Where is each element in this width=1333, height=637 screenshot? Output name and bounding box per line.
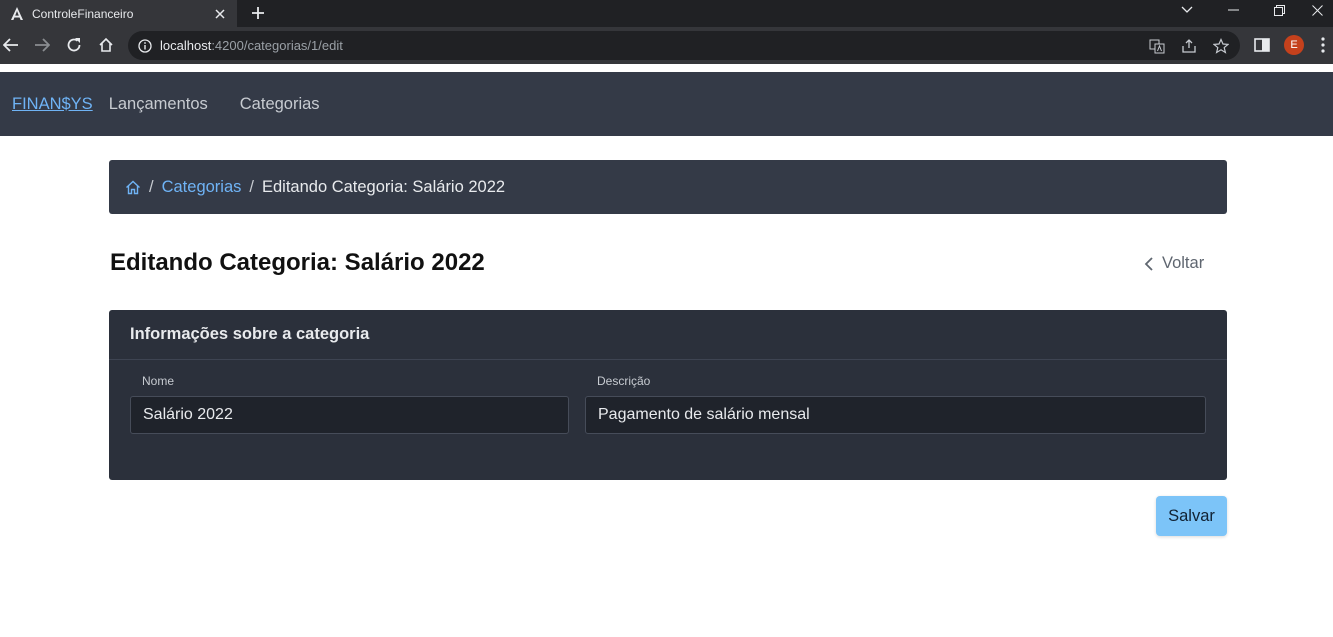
descricao-input[interactable] [585,396,1206,434]
page-top-gap [0,64,1333,72]
breadcrumb-home-icon[interactable] [125,180,141,195]
minimize-icon[interactable] [1210,0,1256,20]
bookmark-star-icon[interactable] [1212,37,1230,55]
brand-link[interactable]: FINAN$YS [12,95,93,114]
browser-toolbar: localhost:4200/categorias/1/edit E [0,27,1333,64]
descricao-label: Descrição [597,374,651,388]
back-arrow-icon[interactable] [0,34,22,56]
app-navbar: FINAN$YS Lançamentos Categorias [0,72,1333,136]
tab-title: ControleFinanceiro [32,6,134,21]
window-close-icon[interactable] [1302,0,1333,20]
angular-logo-icon [10,7,24,21]
save-button[interactable]: Salvar [1156,496,1227,536]
nome-input[interactable] [130,396,569,434]
new-tab-button[interactable] [247,2,269,24]
breadcrumb-separator: / [149,177,154,196]
card-header: Informações sobre a categoria [109,310,1227,360]
nav-link-categorias[interactable]: Categorias [240,95,320,114]
back-button[interactable]: Voltar [1144,254,1204,273]
url-path: :4200/categorias/1/edit [211,38,343,53]
side-panel-icon[interactable] [1252,35,1272,55]
nav-link-lancamentos[interactable]: Lançamentos [109,95,208,114]
translate-icon[interactable] [1148,37,1166,55]
profile-avatar[interactable]: E [1284,35,1304,55]
tab-close-icon[interactable] [209,3,231,25]
home-icon[interactable] [95,34,117,56]
url-host: localhost [160,38,212,53]
breadcrumb: / Categorias / Editando Categoria: Salár… [109,160,1227,214]
page-title: Editando Categoria: Salário 2022 [110,249,485,276]
back-button-label: Voltar [1162,254,1205,272]
browser-menu-icon[interactable] [1316,35,1330,55]
share-icon[interactable] [1180,37,1198,55]
browser-tab[interactable]: ControleFinanceiro [0,0,237,27]
reload-icon[interactable] [63,34,85,56]
browser-tab-strip: ControleFinanceiro [0,0,1333,27]
chevron-left-icon [1144,256,1153,271]
category-form-card: Informações sobre a categoria Nome Descr… [109,310,1227,480]
address-bar[interactable]: localhost:4200/categorias/1/edit [128,31,1240,60]
restore-icon[interactable] [1256,0,1302,20]
tab-search-icon[interactable] [1164,0,1210,20]
breadcrumb-separator: / [249,177,254,196]
breadcrumb-current: Editando Categoria: Salário 2022 [261,177,506,196]
breadcrumb-link-categorias[interactable]: Categorias [162,178,242,197]
forward-arrow-icon[interactable] [31,34,53,56]
site-info-icon[interactable] [138,38,152,53]
nome-label: Nome [142,374,175,388]
avatar: E [1284,35,1304,55]
